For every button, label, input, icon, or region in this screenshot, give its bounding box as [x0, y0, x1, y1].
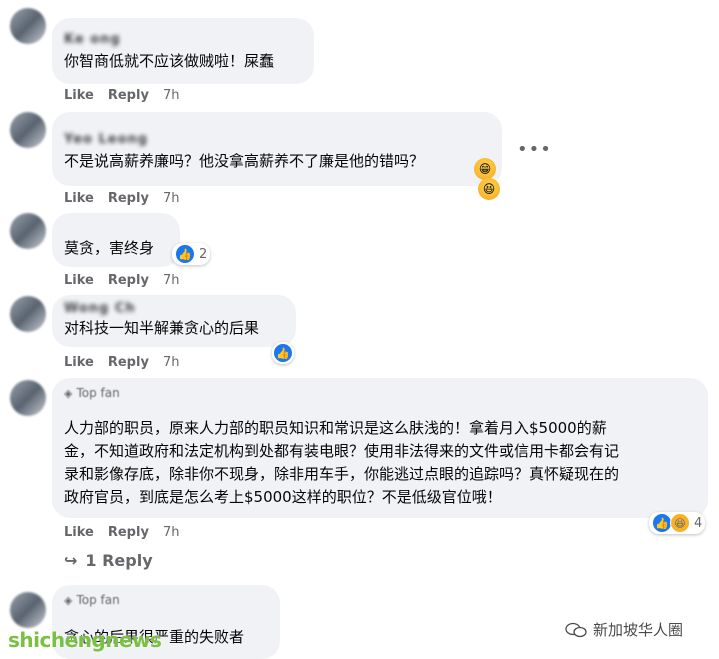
comment-text: 对科技一知半解兼贪心的后果: [64, 319, 260, 337]
comment-author[interactable]: Ke ong: [64, 32, 302, 48]
comment-actions: Like Reply 7h: [64, 191, 179, 206]
comment-bubble: Ke ong 你智商低就不应该做贼啦！屎蠢: [52, 18, 314, 84]
wechat-icon: [565, 622, 587, 637]
comment-text-line: 政府官员，到底是怎么考上$5000这样的职位？不是低级官位哦！: [64, 488, 502, 506]
timestamp[interactable]: 7h: [163, 88, 180, 103]
more-dots-icon[interactable]: •••: [517, 139, 552, 160]
like-reaction-icon: 👍: [273, 343, 293, 363]
reply-button[interactable]: Reply: [108, 273, 149, 288]
comment-text-line: 金，不知道政府和法定机构到处都有装电眼？使用非法得来的文件或信用卡都会有记: [64, 442, 620, 460]
reaction-count: 2: [199, 246, 208, 262]
replies-count-label: 1 Reply: [85, 551, 153, 570]
top-fan-badge: ◈ Top fan: [64, 593, 268, 608]
like-button[interactable]: Like: [64, 273, 94, 288]
diamond-icon: ◈: [64, 594, 73, 607]
comment-bubble: ◈ Top fan 人力部的职员，原来人力部的职员知识和常识是这么肤浅的！拿着月…: [52, 378, 708, 518]
comment-actions: Like Reply 7h: [64, 525, 179, 540]
watermark-text: shichengnews: [8, 628, 162, 652]
haha-reaction-icon: 😆: [670, 513, 690, 533]
reply-button[interactable]: Reply: [108, 88, 149, 103]
comment-author[interactable]: [64, 401, 696, 417]
comment-text: 你智商低就不应该做贼啦！屎蠢: [64, 52, 275, 70]
grin-emoji-icon: 😁: [474, 158, 496, 180]
avatar[interactable]: [10, 380, 46, 416]
comment-text: 不是说高薪养廉吗？他没拿高薪养不了廉是他的错吗？: [64, 152, 425, 170]
timestamp[interactable]: 7h: [163, 355, 180, 370]
avatar[interactable]: [10, 8, 46, 44]
comment-author[interactable]: Wong Ch: [64, 301, 284, 317]
badge-label: Top fan: [76, 386, 120, 400]
like-button[interactable]: Like: [64, 525, 94, 540]
comment-actions: Like Reply 7h: [64, 273, 179, 288]
timestamp[interactable]: 7h: [163, 191, 180, 206]
avatar[interactable]: [10, 112, 46, 148]
avatar[interactable]: [10, 592, 46, 628]
timestamp[interactable]: 7h: [163, 525, 180, 540]
reaction-summary[interactable]: 👍: [272, 342, 294, 364]
comment-text: 莫贪，害终身: [64, 239, 155, 257]
like-reaction-icon: 👍: [652, 513, 672, 533]
diamond-icon: ◈: [64, 387, 73, 400]
top-fan-badge: ◈ Top fan: [64, 386, 696, 401]
reply-button[interactable]: Reply: [108, 525, 149, 540]
avatar[interactable]: [10, 296, 46, 332]
comment-author[interactable]: Yeo Leong: [64, 132, 490, 148]
reaction-summary[interactable]: 👍 2: [172, 243, 211, 265]
reply-arrow-icon: ↪: [64, 551, 78, 570]
view-replies-link[interactable]: ↪ 1 Reply: [64, 551, 153, 570]
watermark-badge: 新加坡华人圈: [565, 619, 683, 640]
comment-text-line: 人力部的职员，原来人力部的职员知识和常识是这么肤浅的！拿着月入$5000的薪: [64, 419, 607, 437]
laughing-emoji-icon: 😆: [478, 178, 500, 200]
comment-bubble: 莫贪，害终身: [52, 213, 180, 267]
reply-button[interactable]: Reply: [108, 355, 149, 370]
reaction-count: 4: [694, 515, 703, 531]
like-button[interactable]: Like: [64, 191, 94, 206]
badge-label: Top fan: [76, 593, 120, 607]
watermark-label: 新加坡华人圈: [593, 621, 684, 639]
reaction-summary[interactable]: 👍 😆 4: [649, 512, 706, 534]
comment-bubble: Wong Ch 对科技一知半解兼贪心的后果: [52, 295, 296, 347]
avatar[interactable]: [10, 213, 46, 249]
comment-actions: Like Reply 7h: [64, 88, 179, 103]
comment-text-line: 录和影像存底，除非你不现身，除非用车手，你能逃过点眼的追踪吗？真怀疑现在的: [64, 465, 620, 483]
like-button[interactable]: Like: [64, 355, 94, 370]
timestamp[interactable]: 7h: [163, 273, 180, 288]
like-button[interactable]: Like: [64, 88, 94, 103]
comment-actions: Like Reply 7h: [64, 355, 179, 370]
comment-bubble: Yeo Leong 不是说高薪养廉吗？他没拿高薪养不了廉是他的错吗？: [52, 112, 502, 186]
reply-button[interactable]: Reply: [108, 191, 149, 206]
like-reaction-icon: 👍: [175, 244, 195, 264]
